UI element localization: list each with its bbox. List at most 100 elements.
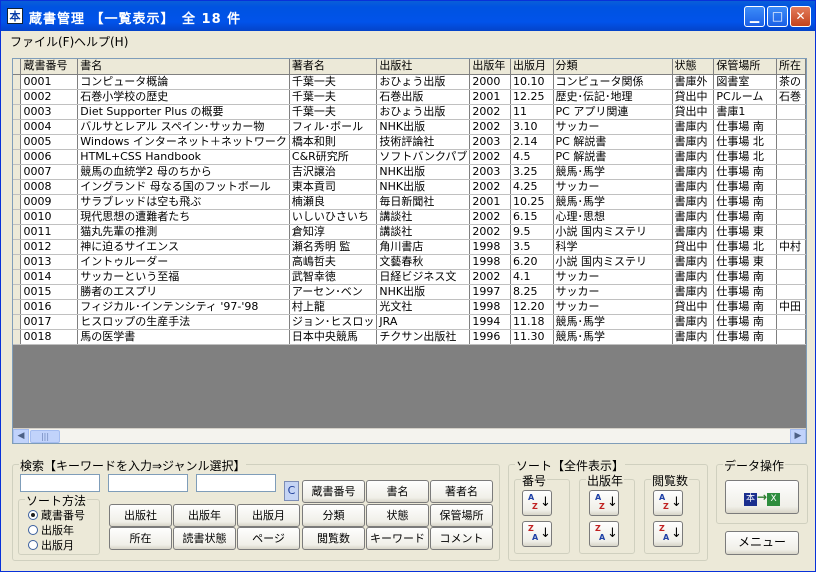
genre-button-publisher[interactable]: 出版社 (109, 504, 172, 527)
table-cell[interactable]: コンピュータ関係 (553, 74, 673, 90)
table-cell[interactable]: PC 解説書 (553, 149, 673, 165)
menu-button[interactable]: メニュー (725, 531, 799, 555)
table-row[interactable]: 0015 勝者のエスプリ アーセン･ベン NHK出版 1997 8.25 サッカー 書庫内 仕事… (13, 284, 806, 300)
table-row[interactable]: 0002 石巻小学校の歴史 千葉一夫 石巻出版 2001 12.25 歴史･伝記･地理 貸出中… (13, 89, 806, 105)
table-cell[interactable]: 1998 (469, 239, 511, 255)
table-cell[interactable]: 書庫内 (672, 149, 715, 165)
genre-button-pub-month[interactable]: 出版月 (237, 504, 300, 527)
table-cell[interactable]: 11.30 (510, 329, 554, 345)
book-list-grid[interactable]: 蔵書番号 書名 著者名 出版社 出版年 出版月 分類 状態 保管場所 所在 0001 コンピュータ概… (12, 58, 807, 444)
table-cell[interactable]: 0002 (20, 89, 79, 105)
sort-radio-year[interactable]: 出版年 (28, 522, 74, 538)
row-selector[interactable] (13, 284, 22, 300)
table-cell[interactable]: 2003 (469, 164, 511, 180)
table-cell[interactable] (776, 224, 806, 240)
row-selector[interactable] (13, 164, 22, 180)
table-cell[interactable]: 仕事場 南 (713, 209, 777, 225)
table-cell[interactable]: 0011 (20, 224, 79, 240)
table-cell[interactable]: ヒスロップの生産手法 (77, 314, 290, 330)
table-cell[interactable]: 書庫内 (672, 224, 715, 240)
column-header[interactable]: 分類 (553, 59, 673, 75)
table-cell[interactable]: 11.18 (510, 314, 554, 330)
table-cell[interactable]: 2002 (469, 149, 511, 165)
table-cell[interactable] (776, 179, 806, 195)
genre-button-keyword[interactable]: キーワード (366, 527, 429, 550)
table-cell[interactable]: 楠瀬良 (289, 194, 378, 210)
table-cell[interactable]: 2000 (469, 74, 511, 90)
table-cell[interactable]: 現代思想の遭難者たち (77, 209, 290, 225)
table-cell[interactable]: コンピュータ概論 (77, 74, 290, 90)
table-cell[interactable] (776, 164, 806, 180)
table-row[interactable]: 0017 ヒスロップの生産手法 ジョン･ヒスロッ JRA 1994 11.18 競馬･馬学書… (13, 314, 806, 330)
table-cell[interactable]: イングランド 母なる国のフットボール (77, 179, 290, 195)
table-cell[interactable]: 1998 (469, 299, 511, 315)
table-cell[interactable]: 書庫外 (672, 74, 715, 90)
row-selector[interactable] (13, 119, 22, 135)
table-cell[interactable]: 0017 (20, 314, 79, 330)
horizontal-scrollbar[interactable]: ◀ ||| ▶ (13, 428, 806, 443)
table-cell[interactable]: 2.14 (510, 134, 554, 150)
table-cell[interactable]: 1994 (469, 314, 511, 330)
table-cell[interactable]: 競馬･馬学 (553, 194, 673, 210)
table-cell[interactable]: サッカー (553, 299, 673, 315)
table-cell[interactable]: 仕事場 南 (713, 119, 777, 135)
column-header[interactable]: 出版月 (510, 59, 554, 75)
table-cell[interactable]: Diet Supporter Plus の概要 (77, 104, 290, 120)
sort-number-desc-button[interactable]: Z A ↓ (522, 521, 552, 547)
table-cell[interactable]: 9.5 (510, 224, 554, 240)
table-row[interactable]: 0018 馬の医学書 日本中央競馬 チクサン出版社 1996 11.30 競馬･馬学 書庫内仕… (13, 329, 806, 345)
table-cell[interactable]: 中田 (776, 299, 806, 315)
table-cell[interactable]: 書庫内 (672, 164, 715, 180)
genre-button-comment[interactable]: コメント (430, 527, 493, 550)
table-cell[interactable]: 3.25 (510, 164, 554, 180)
row-selector[interactable] (13, 149, 22, 165)
table-cell[interactable]: 2002 (469, 119, 511, 135)
table-cell[interactable]: イントゥルーダー (77, 254, 290, 270)
genre-button-author[interactable]: 著者名 (430, 480, 493, 503)
export-excel-button[interactable]: 本 → X (725, 480, 799, 514)
row-selector[interactable] (13, 209, 22, 225)
column-header[interactable]: 出版社 (376, 59, 471, 75)
table-cell[interactable]: 貸出中 (672, 239, 715, 255)
table-cell[interactable]: いしいひさいち (289, 209, 378, 225)
table-cell[interactable]: 競馬･馬学 (553, 314, 673, 330)
table-cell[interactable]: 高嶋哲夫 (289, 254, 378, 270)
table-cell[interactable]: 勝者のエスプリ (77, 284, 290, 300)
table-cell[interactable]: 0018 (20, 329, 79, 345)
clear-keywords-button[interactable]: C (284, 481, 299, 501)
table-cell[interactable]: JRA (376, 314, 471, 330)
row-selector[interactable] (13, 239, 22, 255)
table-cell[interactable]: サッカー (553, 284, 673, 300)
table-cell[interactable]: 0012 (20, 239, 79, 255)
table-cell[interactable]: 0015 (20, 284, 79, 300)
table-cell[interactable]: 2002 (469, 269, 511, 285)
genre-button-title[interactable]: 書名 (366, 480, 429, 503)
scroll-left-button[interactable]: ◀ (13, 429, 29, 443)
table-cell[interactable] (776, 119, 806, 135)
row-selector[interactable] (13, 194, 22, 210)
table-cell[interactable]: 0014 (20, 269, 79, 285)
column-header[interactable]: 状態 (672, 59, 715, 75)
table-cell[interactable]: 小説 国内ミステリ (553, 224, 673, 240)
table-cell[interactable]: 仕事場 南 (713, 314, 777, 330)
table-cell[interactable]: おひょう出版 (376, 104, 471, 120)
table-cell[interactable]: 日経ビジネス文 (376, 269, 471, 285)
table-cell[interactable]: C&R研究所 (289, 149, 378, 165)
table-cell[interactable]: 4.25 (510, 179, 554, 195)
table-cell[interactable]: 0004 (20, 119, 79, 135)
table-cell[interactable]: バルサとレアル スペイン･サッカー物 (77, 119, 290, 135)
table-cell[interactable]: 0016 (20, 299, 79, 315)
table-row[interactable]: 0009 サラブレッドは空も飛ぶ 楠瀬良 毎日新聞社 2001 10.25 競馬･馬学 書庫内… (13, 194, 806, 210)
table-cell[interactable]: PCルーム (713, 89, 777, 105)
keyword-input-1[interactable] (20, 474, 100, 492)
table-cell[interactable]: 3.10 (510, 119, 554, 135)
table-row[interactable]: 0005 Windows インターネット＋ネットワーク 橋本和則 技術評論社 2003 2… (13, 134, 806, 150)
column-header[interactable]: 書名 (77, 59, 290, 75)
table-cell[interactable]: 書庫内 (672, 269, 715, 285)
table-cell[interactable]: 0003 (20, 104, 79, 120)
table-row[interactable]: 0013 イントゥルーダー 高嶋哲夫 文藝春秋 1998 6.20 小説 国内ミステリ 書庫内… (13, 254, 806, 270)
close-button[interactable]: ✕ (790, 6, 811, 27)
table-row[interactable]: 0011 猫丸先輩の推測 倉知淳 講談社 2002 9.5 小説 国内ミステリ 書庫内 仕事場 … (13, 224, 806, 240)
table-cell[interactable]: 12.25 (510, 89, 554, 105)
genre-button-location[interactable]: 保管場所 (430, 504, 493, 527)
